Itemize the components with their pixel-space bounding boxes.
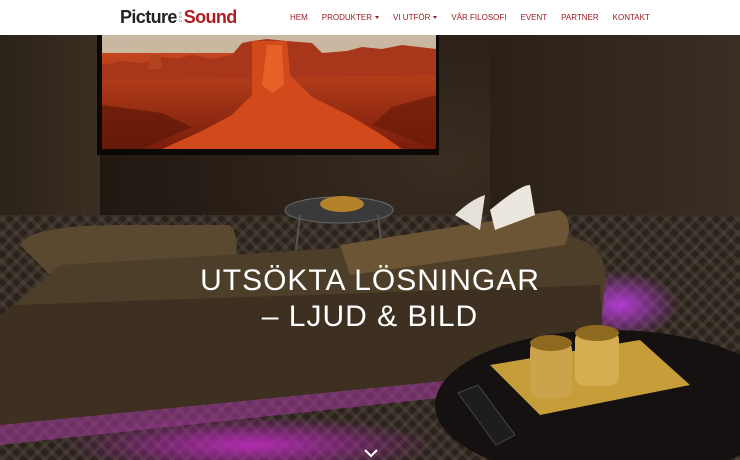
hero-title-line2: – LJUD & BILD (261, 300, 479, 333)
site-header: Picture A N D Sound HEM PRODUKTER VI UTF… (0, 0, 740, 35)
logo-and-letters: A N D (179, 11, 182, 23)
logo-and-letter: D (178, 18, 182, 23)
nav-item-kontakt[interactable]: KONTAKT (613, 13, 650, 22)
logo-word-sound: Sound (183, 6, 238, 27)
caret-down-icon (433, 16, 438, 19)
nav-item-var-filosofi[interactable]: VÅR FILOSOFI (451, 13, 506, 22)
hero-title-line1: UTSÖKTA LÖSNINGAR (200, 264, 540, 297)
nav-item-hem[interactable]: HEM (290, 13, 308, 22)
nav-item-label: PRODUKTER (321, 13, 373, 22)
logo[interactable]: Picture A N D Sound (120, 6, 237, 28)
hero-section: UTSÖKTA LÖSNINGAR – LJUD & BILD (0, 35, 740, 460)
nav-item-vi-utfor[interactable]: VI UTFÖR (393, 13, 438, 22)
caret-down-icon (375, 16, 380, 19)
nav-item-label: VI UTFÖR (393, 13, 431, 22)
nav-item-label: VÅR FILOSOFI (451, 13, 507, 22)
nav-item-label: KONTAKT (612, 13, 650, 22)
nav-item-label: EVENT (520, 13, 548, 22)
nav-item-partner[interactable]: PARTNER (561, 13, 599, 22)
nav-item-label: HEM (290, 13, 308, 22)
chevron-down-icon[interactable] (364, 448, 378, 458)
main-nav: HEM PRODUKTER VI UTFÖR VÅR FILOSOFI EVEN… (290, 0, 664, 35)
nav-item-event[interactable]: EVENT (520, 13, 547, 22)
living-room-furniture (0, 185, 740, 460)
nav-item-produkter[interactable]: PRODUKTER (321, 13, 380, 22)
logo-word-picture: Picture (120, 6, 177, 27)
nav-item-label: PARTNER (561, 13, 599, 22)
hero-title: UTSÖKTA LÖSNINGAR – LJUD & BILD (0, 263, 740, 335)
